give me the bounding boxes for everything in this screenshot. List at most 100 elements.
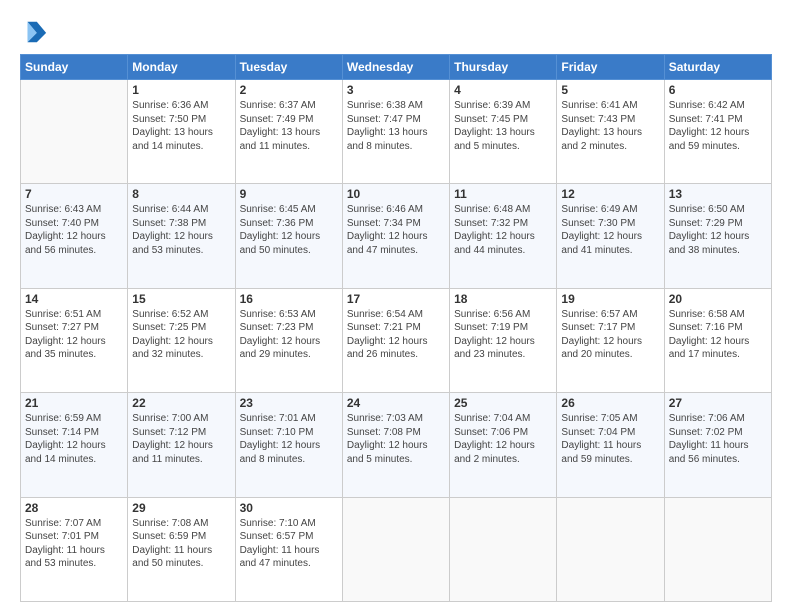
calendar-cell: 22Sunrise: 7:00 AM Sunset: 7:12 PM Dayli… [128, 393, 235, 497]
day-number: 19 [561, 292, 659, 306]
calendar-cell: 16 Sunrise: 6:53 AM Sunset: 7:23 PM Dayli… [235, 288, 342, 392]
weekday-header-sunday: Sunday [21, 55, 128, 80]
day-number: 2 [240, 83, 338, 97]
cell-sun-info: Sunrise: 7:00 AM Sunset: 7:12 PM Dayligh… [132, 412, 230, 466]
calendar-cell: 1Sunrise: 6:36 AM Sunset: 7:50 PM Daylig… [128, 80, 235, 184]
calendar-week-row: 14Sunrise: 6:51 AM Sunset: 7:27 PM Dayli… [21, 288, 772, 392]
cell-sun-info: Sunrise: 6:50 AM Sunset: 7:29 PM Dayligh… [669, 203, 767, 257]
cell-sun-info: Sunrise: 7:07 AM Sunset: 7:01 PM Dayligh… [25, 517, 123, 571]
cell-sun-info: Sunrise: 6:54 AM Sunset: 7:21 PM Dayligh… [347, 308, 445, 362]
calendar-cell: 21Sunrise: 6:59 AM Sunset: 7:14 PM Dayli… [21, 393, 128, 497]
day-number: 11 [454, 187, 552, 201]
cell-sun-info: Sunrise: 6:49 AM Sunset: 7:30 PM Dayligh… [561, 203, 659, 257]
calendar-table: SundayMondayTuesdayWednesdayThursdayFrid… [20, 54, 772, 602]
calendar-cell [557, 497, 664, 601]
calendar-cell: 2 Sunrise: 6:37 AM Sunset: 7:49 PM Daylig… [235, 80, 342, 184]
day-number: 16 [240, 292, 338, 306]
day-number: 4 [454, 83, 552, 97]
day-number: 24 [347, 396, 445, 410]
calendar-cell: 15 Sunrise: 6:52 AM Sunset: 7:25 PM Dayli… [128, 288, 235, 392]
calendar-cell: 17 Sunrise: 6:54 AM Sunset: 7:21 PM Dayli… [342, 288, 449, 392]
calendar-cell: 13Sunrise: 6:50 AM Sunset: 7:29 PM Dayli… [664, 184, 771, 288]
calendar-cell [664, 497, 771, 601]
cell-sun-info: Sunrise: 7:05 AM Sunset: 7:04 PM Dayligh… [561, 412, 659, 466]
weekday-header-friday: Friday [557, 55, 664, 80]
calendar-cell: 3 Sunrise: 6:38 AM Sunset: 7:47 PM Daylig… [342, 80, 449, 184]
cell-sun-info: Sunrise: 7:08 AM Sunset: 6:59 PM Dayligh… [132, 517, 230, 571]
day-number: 17 [347, 292, 445, 306]
calendar-week-row: 7 Sunrise: 6:43 AM Sunset: 7:40 PM Daylig… [21, 184, 772, 288]
cell-sun-info: Sunrise: 7:06 AM Sunset: 7:02 PM Dayligh… [669, 412, 767, 466]
calendar-cell: 18 Sunrise: 6:56 AM Sunset: 7:19 PM Dayli… [450, 288, 557, 392]
calendar-week-row: 1Sunrise: 6:36 AM Sunset: 7:50 PM Daylig… [21, 80, 772, 184]
calendar-cell: 6 Sunrise: 6:42 AM Sunset: 7:41 PM Daylig… [664, 80, 771, 184]
cell-sun-info: Sunrise: 6:41 AM Sunset: 7:43 PM Dayligh… [561, 99, 659, 153]
cell-sun-info: Sunrise: 7:03 AM Sunset: 7:08 PM Dayligh… [347, 412, 445, 466]
weekday-header-thursday: Thursday [450, 55, 557, 80]
calendar-cell [342, 497, 449, 601]
calendar-cell: 26 Sunrise: 7:05 AM Sunset: 7:04 PM Dayli… [557, 393, 664, 497]
day-number: 25 [454, 396, 552, 410]
day-number: 8 [132, 187, 230, 201]
calendar-cell: 9 Sunrise: 6:45 AM Sunset: 7:36 PM Daylig… [235, 184, 342, 288]
weekday-header-row: SundayMondayTuesdayWednesdayThursdayFrid… [21, 55, 772, 80]
day-number: 10 [347, 187, 445, 201]
calendar-cell: 27 Sunrise: 7:06 AM Sunset: 7:02 PM Dayli… [664, 393, 771, 497]
calendar-week-row: 28Sunrise: 7:07 AM Sunset: 7:01 PM Dayli… [21, 497, 772, 601]
weekday-header-tuesday: Tuesday [235, 55, 342, 80]
day-number: 15 [132, 292, 230, 306]
cell-sun-info: Sunrise: 6:38 AM Sunset: 7:47 PM Dayligh… [347, 99, 445, 153]
cell-sun-info: Sunrise: 6:45 AM Sunset: 7:36 PM Dayligh… [240, 203, 338, 257]
day-number: 9 [240, 187, 338, 201]
day-number: 14 [25, 292, 123, 306]
cell-sun-info: Sunrise: 6:44 AM Sunset: 7:38 PM Dayligh… [132, 203, 230, 257]
cell-sun-info: Sunrise: 6:53 AM Sunset: 7:23 PM Dayligh… [240, 308, 338, 362]
calendar-cell: 8 Sunrise: 6:44 AM Sunset: 7:38 PM Daylig… [128, 184, 235, 288]
weekday-header-monday: Monday [128, 55, 235, 80]
day-number: 12 [561, 187, 659, 201]
cell-sun-info: Sunrise: 7:01 AM Sunset: 7:10 PM Dayligh… [240, 412, 338, 466]
day-number: 7 [25, 187, 123, 201]
calendar-cell: 7 Sunrise: 6:43 AM Sunset: 7:40 PM Daylig… [21, 184, 128, 288]
day-number: 23 [240, 396, 338, 410]
cell-sun-info: Sunrise: 7:04 AM Sunset: 7:06 PM Dayligh… [454, 412, 552, 466]
calendar-cell: 29 Sunrise: 7:08 AM Sunset: 6:59 PM Dayli… [128, 497, 235, 601]
day-number: 5 [561, 83, 659, 97]
day-number: 3 [347, 83, 445, 97]
cell-sun-info: Sunrise: 6:52 AM Sunset: 7:25 PM Dayligh… [132, 308, 230, 362]
day-number: 18 [454, 292, 552, 306]
cell-sun-info: Sunrise: 6:48 AM Sunset: 7:32 PM Dayligh… [454, 203, 552, 257]
calendar-cell: 14Sunrise: 6:51 AM Sunset: 7:27 PM Dayli… [21, 288, 128, 392]
weekday-header-wednesday: Wednesday [342, 55, 449, 80]
calendar-cell: 19Sunrise: 6:57 AM Sunset: 7:17 PM Dayli… [557, 288, 664, 392]
logo-icon [20, 18, 48, 46]
cell-sun-info: Sunrise: 6:37 AM Sunset: 7:49 PM Dayligh… [240, 99, 338, 153]
day-number: 6 [669, 83, 767, 97]
day-number: 26 [561, 396, 659, 410]
cell-sun-info: Sunrise: 6:58 AM Sunset: 7:16 PM Dayligh… [669, 308, 767, 362]
cell-sun-info: Sunrise: 6:56 AM Sunset: 7:19 PM Dayligh… [454, 308, 552, 362]
cell-sun-info: Sunrise: 6:59 AM Sunset: 7:14 PM Dayligh… [25, 412, 123, 466]
day-number: 27 [669, 396, 767, 410]
calendar-cell: 28Sunrise: 7:07 AM Sunset: 7:01 PM Dayli… [21, 497, 128, 601]
calendar-cell: 12 Sunrise: 6:49 AM Sunset: 7:30 PM Dayli… [557, 184, 664, 288]
weekday-header-saturday: Saturday [664, 55, 771, 80]
day-number: 29 [132, 501, 230, 515]
calendar-cell: 25 Sunrise: 7:04 AM Sunset: 7:06 PM Dayli… [450, 393, 557, 497]
header [20, 18, 772, 46]
logo [20, 18, 52, 46]
calendar-cell [450, 497, 557, 601]
calendar-cell [21, 80, 128, 184]
cell-sun-info: Sunrise: 6:36 AM Sunset: 7:50 PM Dayligh… [132, 99, 230, 153]
calendar-cell: 11 Sunrise: 6:48 AM Sunset: 7:32 PM Dayli… [450, 184, 557, 288]
calendar-cell: 23 Sunrise: 7:01 AM Sunset: 7:10 PM Dayli… [235, 393, 342, 497]
cell-sun-info: Sunrise: 6:42 AM Sunset: 7:41 PM Dayligh… [669, 99, 767, 153]
calendar-cell: 30Sunrise: 7:10 AM Sunset: 6:57 PM Dayli… [235, 497, 342, 601]
calendar-week-row: 21Sunrise: 6:59 AM Sunset: 7:14 PM Dayli… [21, 393, 772, 497]
day-number: 30 [240, 501, 338, 515]
day-number: 20 [669, 292, 767, 306]
calendar-cell: 20 Sunrise: 6:58 AM Sunset: 7:16 PM Dayli… [664, 288, 771, 392]
page: SundayMondayTuesdayWednesdayThursdayFrid… [0, 0, 792, 612]
cell-sun-info: Sunrise: 6:39 AM Sunset: 7:45 PM Dayligh… [454, 99, 552, 153]
cell-sun-info: Sunrise: 6:43 AM Sunset: 7:40 PM Dayligh… [25, 203, 123, 257]
